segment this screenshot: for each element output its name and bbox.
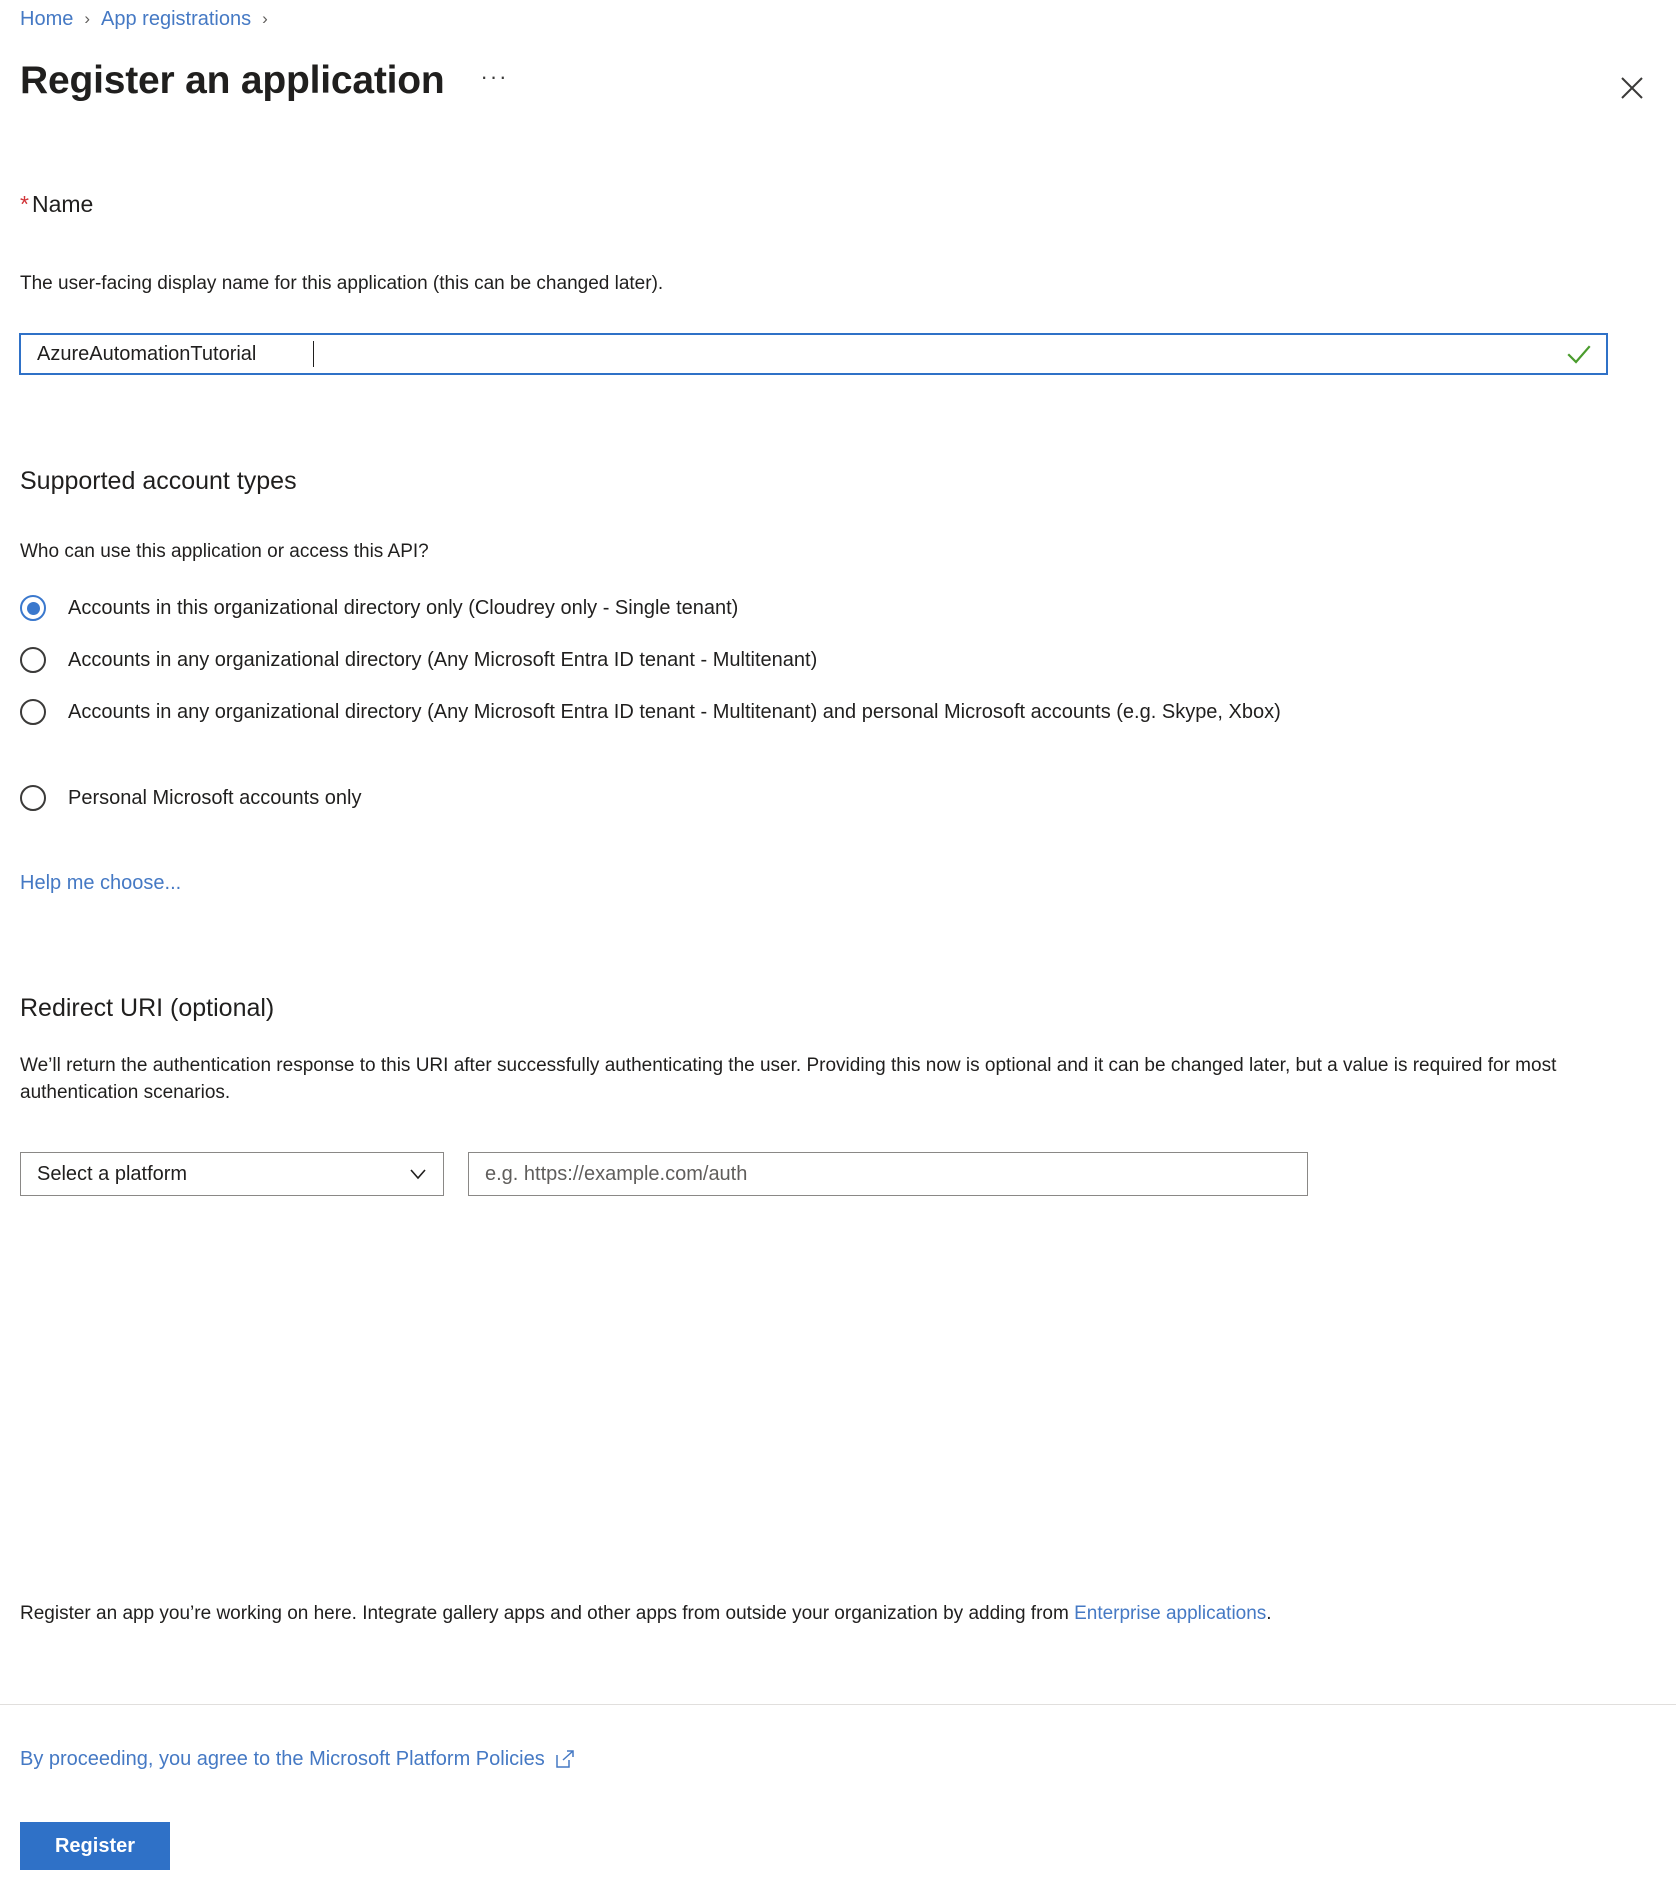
supported-account-types-heading: Supported account types — [20, 467, 297, 495]
breadcrumb-separator-icon: › — [84, 9, 91, 28]
platform-policies-link[interactable]: By proceeding, you agree to the Microsof… — [20, 1745, 575, 1773]
radio-option-multitenant-personal[interactable]: Accounts in any organizational directory… — [20, 697, 1600, 728]
enterprise-applications-link[interactable]: Enterprise applications — [1074, 1603, 1266, 1624]
radio-label-multitenant-personal: Accounts in any organizational directory… — [68, 701, 1281, 723]
name-field-description: The user-facing display name for this ap… — [20, 273, 664, 294]
help-me-choose-link[interactable]: Help me choose... — [20, 870, 181, 896]
radio-label-multitenant: Accounts in any organizational directory… — [68, 649, 818, 671]
register-application-blade: Home › App registrations › Register an a… — [0, 0, 1676, 1894]
breadcrumb-item-app-registrations[interactable]: App registrations — [101, 6, 251, 32]
radio-icon[interactable] — [20, 699, 46, 725]
footer-note-text-after: . — [1266, 1603, 1272, 1624]
chevron-down-icon — [407, 1163, 429, 1185]
name-input[interactable] — [21, 335, 1562, 373]
more-options-button[interactable]: ··· — [481, 66, 509, 95]
register-button[interactable]: Register — [20, 1822, 170, 1870]
required-marker: * — [20, 191, 29, 217]
redirect-uri-description: We’ll return the authentication response… — [20, 1055, 1557, 1103]
breadcrumb-item-home[interactable]: Home — [20, 6, 73, 32]
footer-note: Register an app you’re working on here. … — [20, 1596, 1600, 1631]
footer-note-text-before: Register an app you’re working on here. … — [20, 1603, 1075, 1624]
platform-select[interactable]: Select a platform — [20, 1152, 444, 1196]
footer-divider — [0, 1704, 1676, 1705]
text-cursor — [313, 341, 314, 367]
radio-icon[interactable] — [20, 647, 46, 673]
close-icon[interactable] — [1614, 70, 1650, 106]
title-row: Register an application ··· — [20, 58, 508, 104]
external-link-icon — [555, 1749, 575, 1769]
name-field-label: * Name — [20, 190, 93, 218]
radio-option-single-tenant[interactable]: Accounts in this organizational director… — [20, 593, 738, 624]
page-title: Register an application — [20, 59, 445, 102]
radio-option-multitenant[interactable]: Accounts in any organizational directory… — [20, 645, 817, 676]
redirect-uri-input[interactable] — [468, 1152, 1308, 1196]
radio-label-single-tenant: Accounts in this organizational director… — [68, 597, 739, 619]
breadcrumb-separator-icon-2: › — [262, 9, 268, 28]
platform-policies-text: By proceeding, you agree to the Microsof… — [20, 1748, 545, 1770]
name-input-wrapper[interactable] — [19, 333, 1608, 375]
radio-label-personal-only: Personal Microsoft accounts only — [68, 787, 362, 809]
supported-account-types-question: Who can use this application or access t… — [20, 541, 429, 562]
redirect-uri-heading: Redirect URI (optional) — [20, 994, 275, 1022]
checkmark-icon — [1562, 337, 1596, 371]
radio-icon[interactable] — [20, 785, 46, 811]
platform-select-value: Select a platform — [37, 1162, 188, 1185]
radio-option-personal-only[interactable]: Personal Microsoft accounts only — [20, 783, 361, 814]
radio-icon-selected[interactable] — [20, 595, 46, 621]
breadcrumb: Home › App registrations › — [20, 6, 279, 32]
name-label-text: Name — [31, 191, 94, 217]
